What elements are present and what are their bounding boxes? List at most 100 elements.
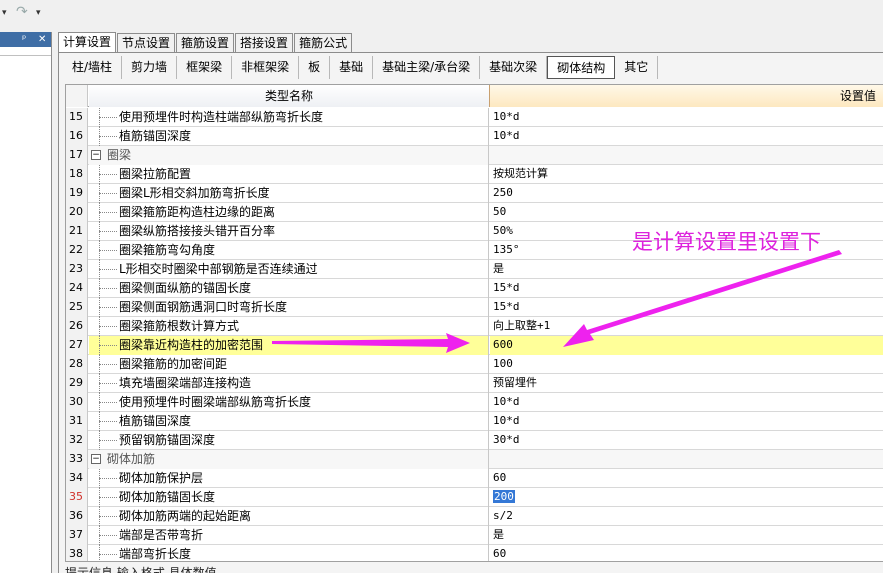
setting-value-cell[interactable]: 60 bbox=[490, 545, 883, 561]
setting-value-cell[interactable] bbox=[490, 450, 883, 469]
tab-0[interactable]: 计算设置 bbox=[58, 32, 117, 52]
table-row[interactable]: 38 端部弯折长度 60 bbox=[66, 545, 883, 561]
setting-value: 60 bbox=[493, 471, 507, 484]
table-row[interactable]: 30 使用预埋件时圈梁端部纵筋弯折长度 10*d bbox=[66, 393, 883, 412]
setting-value-cell[interactable]: 15*d bbox=[490, 279, 883, 298]
row-number: 36 bbox=[66, 507, 88, 526]
table-row[interactable]: 18 圈梁拉筋配置 按规范计算 bbox=[66, 165, 883, 184]
category-tab-5[interactable]: 基础 bbox=[330, 56, 374, 79]
setting-value-cell[interactable]: 向上取整+1 bbox=[490, 317, 883, 336]
pin-icon[interactable]: ᵖ bbox=[22, 32, 26, 47]
setting-value-cell[interactable]: 10*d bbox=[490, 127, 883, 146]
table-row[interactable]: 23 L形相交时圈梁中部钢筋是否连续通过 是 bbox=[66, 260, 883, 279]
setting-value-cell[interactable]: 10*d bbox=[490, 412, 883, 431]
setting-name-cell: 圈梁L形相交斜加筋弯折长度 bbox=[89, 184, 489, 203]
settings-grid: 类型名称 设置值 15 使用预埋件时构造柱端部纵筋弯折长度 10*d 16 植筋锚固深度… bbox=[65, 84, 883, 562]
redo-dropdown-icon[interactable]: ▾ bbox=[36, 8, 41, 18]
setting-name: 植筋锚固深度 bbox=[119, 414, 192, 428]
setting-value: 10*d bbox=[493, 414, 520, 427]
setting-value-cell[interactable]: 60 bbox=[490, 469, 883, 488]
setting-value: 15*d bbox=[493, 300, 520, 313]
table-row[interactable]: 19 圈梁L形相交斜加筋弯折长度 250 bbox=[66, 184, 883, 203]
setting-name: 圈梁箍筋根数计算方式 bbox=[119, 319, 240, 333]
setting-value-cell[interactable]: 50 bbox=[490, 203, 883, 222]
setting-name-cell: − 砌体加筋 bbox=[89, 450, 489, 469]
group-row[interactable]: 17− 圈梁 bbox=[66, 146, 883, 165]
setting-value-cell[interactable]: 预留埋件 bbox=[490, 374, 883, 393]
setting-value-cell[interactable]: 是 bbox=[490, 526, 883, 545]
tree-branch bbox=[99, 117, 117, 118]
column-header-name[interactable]: 类型名称 bbox=[89, 85, 489, 107]
tab-1[interactable]: 节点设置 bbox=[117, 33, 176, 52]
column-header-value[interactable]: 设置值 bbox=[489, 85, 883, 107]
table-row[interactable]: 26 圈梁箍筋根数计算方式 向上取整+1 bbox=[66, 317, 883, 336]
table-row[interactable]: 37 端部是否带弯折 是 bbox=[66, 526, 883, 545]
setting-value-cell[interactable]: s/2 bbox=[490, 507, 883, 526]
row-number: 15 bbox=[66, 108, 88, 127]
category-tab-9[interactable]: 其它 bbox=[615, 56, 659, 79]
setting-value: 30*d bbox=[493, 433, 520, 446]
category-tab-1[interactable]: 剪力墙 bbox=[122, 56, 178, 79]
table-row[interactable]: 25 圈梁侧面钢筋遇洞口时弯折长度 15*d bbox=[66, 298, 883, 317]
setting-value: 是 bbox=[493, 262, 504, 275]
setting-value-cell[interactable]: 250 bbox=[490, 184, 883, 203]
table-row[interactable]: 34 砌体加筋保护层 60 bbox=[66, 469, 883, 488]
tab-4[interactable]: 箍筋公式 bbox=[294, 33, 353, 52]
setting-name: 预留钢筋锚固深度 bbox=[119, 433, 216, 447]
category-tab-2[interactable]: 框架梁 bbox=[177, 56, 233, 79]
table-row[interactable]: 16 植筋锚固深度 10*d bbox=[66, 127, 883, 146]
row-number: 18 bbox=[66, 165, 88, 184]
setting-value-cell[interactable]: 15*d bbox=[490, 298, 883, 317]
setting-value-cell[interactable]: 30*d bbox=[490, 431, 883, 450]
setting-value-cell[interactable]: 100 bbox=[490, 355, 883, 374]
setting-value: 10*d bbox=[493, 129, 520, 142]
category-tab-8[interactable]: 砌体结构 bbox=[547, 56, 616, 79]
setting-name: 圈梁拉筋配置 bbox=[119, 167, 192, 181]
tree-branch bbox=[99, 193, 117, 194]
tree-branch bbox=[99, 497, 117, 498]
row-number: 27 bbox=[66, 336, 88, 355]
setting-value-cell[interactable]: 200 bbox=[490, 488, 883, 507]
setting-name: 砌体加筋 bbox=[107, 452, 156, 466]
close-icon[interactable]: ✕ bbox=[38, 32, 46, 47]
collapse-icon[interactable]: − bbox=[91, 150, 101, 160]
table-row[interactable]: 20 圈梁箍筋距构造柱边缘的距离 50 bbox=[66, 203, 883, 222]
grid-header: 类型名称 设置值 bbox=[66, 85, 883, 107]
table-row[interactable]: 36 砌体加筋两端的起始距离 s/2 bbox=[66, 507, 883, 526]
setting-name-cell: 端部是否带弯折 bbox=[89, 526, 489, 545]
table-row[interactable]: 31 植筋锚固深度 10*d bbox=[66, 412, 883, 431]
table-row[interactable]: 24 圈梁侧面纵筋的锚固长度 15*d bbox=[66, 279, 883, 298]
setting-value-cell[interactable] bbox=[490, 146, 883, 165]
tree-branch bbox=[99, 440, 117, 441]
setting-value: 按规范计算 bbox=[493, 167, 548, 180]
tree-branch bbox=[99, 421, 117, 422]
setting-name: 圈梁L形相交斜加筋弯折长度 bbox=[119, 186, 270, 200]
table-row[interactable]: 29 填充墙圈梁端部连接构造 预留埋件 bbox=[66, 374, 883, 393]
dropdown-arrow-icon[interactable]: ▾ bbox=[2, 8, 7, 18]
setting-value-cell[interactable]: 是 bbox=[490, 260, 883, 279]
group-row[interactable]: 33− 砌体加筋 bbox=[66, 450, 883, 469]
setting-name-cell: 使用预埋件时圈梁端部纵筋弯折长度 bbox=[89, 393, 489, 412]
category-tab-7[interactable]: 基础次梁 bbox=[480, 56, 548, 79]
setting-value: 100 bbox=[493, 357, 513, 370]
collapse-icon[interactable]: − bbox=[91, 454, 101, 464]
tab-3[interactable]: 搭接设置 bbox=[235, 33, 294, 52]
tab-2[interactable]: 箍筋设置 bbox=[176, 33, 235, 52]
setting-value-cell[interactable]: 600 bbox=[490, 336, 883, 355]
setting-value-cell[interactable]: 10*d bbox=[490, 108, 883, 127]
row-number: 37 bbox=[66, 526, 88, 545]
setting-name-cell: 植筋锚固深度 bbox=[89, 412, 489, 431]
table-row[interactable]: 27 圈梁靠近构造柱的加密范围 600 bbox=[66, 336, 883, 355]
setting-value: 预留埋件 bbox=[493, 376, 537, 389]
category-tab-4[interactable]: 板 bbox=[299, 56, 331, 79]
category-tab-6[interactable]: 基础主梁/承台梁 bbox=[373, 56, 481, 79]
table-row[interactable]: 35 砌体加筋锚固长度 200 bbox=[66, 488, 883, 507]
table-row[interactable]: 15 使用预埋件时构造柱端部纵筋弯折长度 10*d bbox=[66, 108, 883, 127]
setting-value-cell[interactable]: 按规范计算 bbox=[490, 165, 883, 184]
table-row[interactable]: 28 圈梁箍筋的加密间距 100 bbox=[66, 355, 883, 374]
redo-icon[interactable]: ↷ bbox=[16, 4, 28, 20]
category-tab-3[interactable]: 非框架梁 bbox=[232, 56, 300, 79]
table-row[interactable]: 32 预留钢筋锚固深度 30*d bbox=[66, 431, 883, 450]
setting-value-cell[interactable]: 10*d bbox=[490, 393, 883, 412]
category-tab-0[interactable]: 柱/墙柱 bbox=[63, 56, 123, 79]
